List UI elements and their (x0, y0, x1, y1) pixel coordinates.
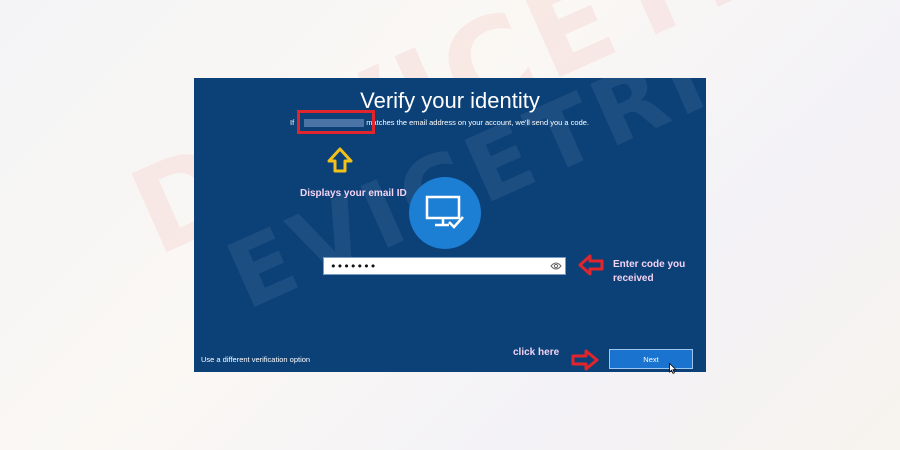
code-input[interactable] (323, 257, 566, 275)
monitor-check-icon (425, 195, 464, 229)
arrow-up-icon (327, 147, 353, 173)
device-circle (409, 177, 481, 249)
email-note: Displays your email ID (300, 188, 407, 199)
next-button[interactable]: Next (609, 349, 693, 369)
different-verification-link[interactable]: Use a different verification option (201, 355, 310, 364)
arrow-left-icon (578, 254, 604, 276)
code-note: Enter code you received (613, 259, 686, 284)
email-highlight-box (297, 110, 375, 134)
mouse-cursor-icon (669, 363, 677, 374)
subtitle-suffix: matches the email address on your accoun… (366, 118, 589, 127)
click-note: click here (513, 347, 560, 358)
page-title: Verify your identity (360, 88, 540, 113)
eye-icon[interactable] (550, 261, 562, 271)
arrow-right-icon (571, 349, 599, 371)
